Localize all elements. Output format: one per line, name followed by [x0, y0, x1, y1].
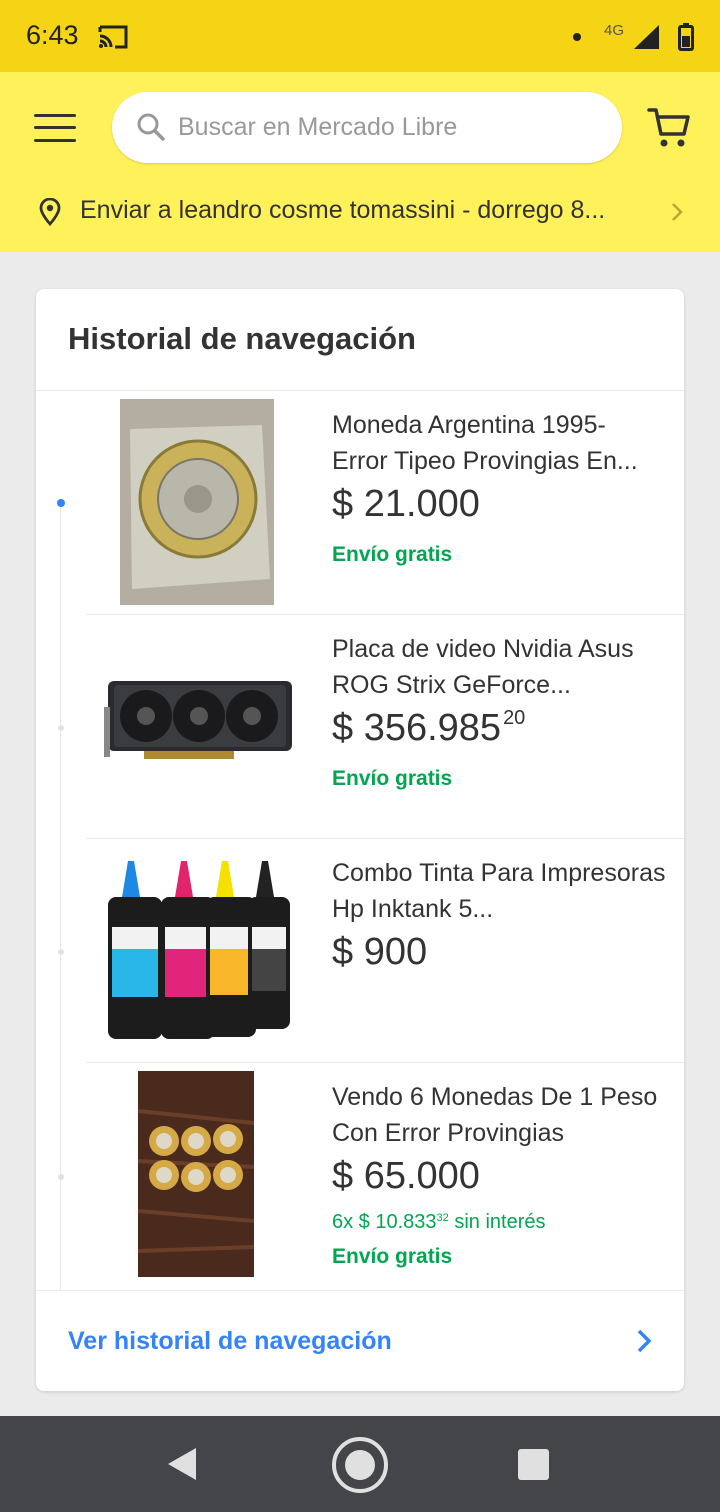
- item-title: Moneda Argentina 1995- Error Tipeo Provi…: [332, 411, 638, 475]
- history-item[interactable]: Moneda Argentina 1995- Error Tipeo Provi…: [86, 391, 684, 615]
- product-image: [120, 399, 274, 605]
- item-title: Placa de video Nvidia Asus ROG Strix GeF…: [332, 635, 634, 699]
- signal-icon: [634, 25, 659, 49]
- card-title: Historial de navegación: [68, 321, 416, 356]
- view-history-label: Ver historial de navegación: [68, 1327, 392, 1355]
- battery-icon: [678, 23, 694, 51]
- cart-icon[interactable]: [646, 106, 692, 150]
- timeline-dot: [58, 725, 64, 731]
- shipping-address-row[interactable]: Enviar a leandro cosme tomassini - dorre…: [0, 184, 720, 236]
- history-item[interactable]: Combo Tinta Para Impresoras Hp Inktank 5…: [86, 839, 684, 1063]
- cast-icon: [98, 25, 128, 49]
- product-image: [104, 681, 292, 759]
- chevron-right-icon: [637, 1329, 652, 1353]
- item-title: Combo Tinta Para Impresoras Hp Inktank 5…: [332, 859, 666, 923]
- location-pin-icon: [39, 198, 61, 226]
- system-nav-bar: [0, 1416, 720, 1512]
- shipping-address-text: Enviar a leandro cosme tomassini - dorre…: [80, 196, 606, 224]
- status-time: 6:43: [26, 20, 79, 50]
- recents-icon[interactable]: [518, 1449, 549, 1480]
- item-price: $ 21.000: [332, 483, 480, 525]
- chevron-right-icon: [672, 203, 683, 221]
- search-input[interactable]: [178, 92, 598, 163]
- timeline-dot: [58, 1174, 64, 1180]
- browsing-history-card: Historial de navegación Moneda Argentina…: [36, 289, 684, 1391]
- search-icon: [137, 113, 165, 141]
- product-image: [108, 861, 290, 1039]
- timeline-line: [60, 503, 61, 1291]
- free-shipping-label: Envío gratis: [332, 767, 453, 790]
- item-price: $ 356.985 20: [332, 707, 526, 749]
- installments-label: 6x $ 10.83332 sin interés: [332, 1211, 546, 1233]
- timeline-dot: [58, 949, 64, 955]
- home-icon[interactable]: [331, 1436, 389, 1494]
- search-bar[interactable]: [112, 92, 622, 163]
- menu-icon[interactable]: [34, 112, 78, 144]
- view-history-link[interactable]: Ver historial de navegación: [36, 1290, 684, 1391]
- status-bar: 6:43 4G: [0, 0, 720, 72]
- timeline-dot-active: [57, 499, 65, 507]
- item-price: $ 65.000: [332, 1155, 480, 1197]
- history-item[interactable]: Vendo 6 Monedas De 1 Peso Con Error Prov…: [86, 1063, 684, 1287]
- free-shipping-label: Envío gratis: [332, 543, 453, 566]
- history-item[interactable]: Placa de video Nvidia Asus ROG Strix GeF…: [86, 615, 684, 839]
- network-type-label: 4G: [604, 22, 625, 39]
- header: Enviar a leandro cosme tomassini - dorre…: [0, 72, 720, 252]
- back-icon[interactable]: [166, 1446, 198, 1482]
- notification-dot: [573, 33, 581, 41]
- free-shipping-label: Envío gratis: [332, 1245, 453, 1268]
- item-title: Vendo 6 Monedas De 1 Peso Con Error Prov…: [332, 1083, 658, 1147]
- product-image: [138, 1071, 254, 1277]
- item-price: $ 900: [332, 931, 428, 973]
